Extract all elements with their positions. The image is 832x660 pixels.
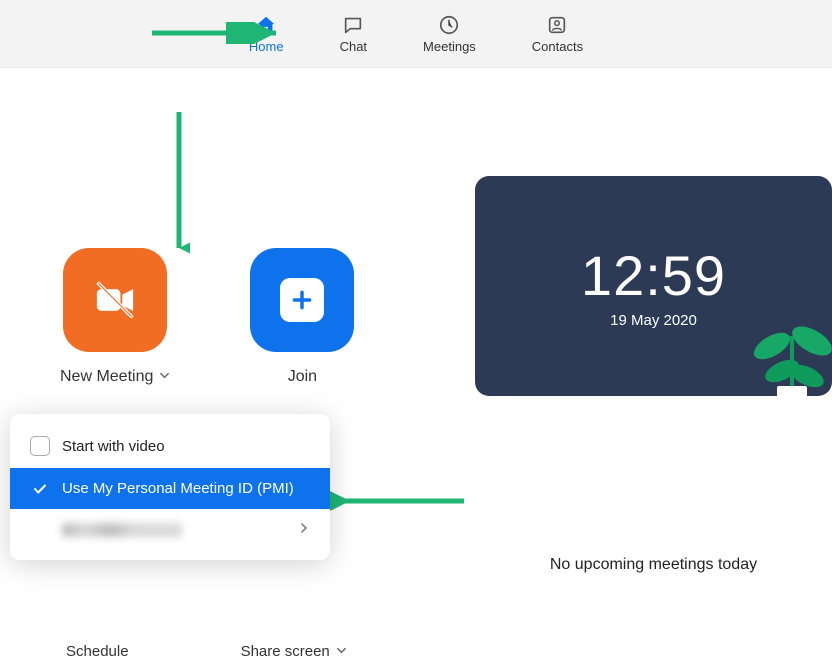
pmi-value-row[interactable] <box>10 509 330 550</box>
new-meeting-dropdown: Start with video Use My Personal Meeting… <box>10 414 330 560</box>
clock-card: 12:59 19 May 2020 <box>475 176 832 396</box>
top-nav: Home Chat Meetings Contacts <box>0 0 832 68</box>
schedule-label: Schedule <box>66 643 129 660</box>
clock-date: 19 May 2020 <box>610 312 697 329</box>
option-label: Use My Personal Meeting ID (PMI) <box>62 480 294 497</box>
clock-time: 12:59 <box>581 243 726 308</box>
share-screen-button[interactable]: Share screen <box>241 643 347 660</box>
use-pmi-option[interactable]: Use My Personal Meeting ID (PMI) <box>10 468 330 509</box>
home-icon <box>254 13 278 37</box>
chevron-down-icon[interactable] <box>336 643 347 660</box>
join-label: Join <box>288 368 317 386</box>
annotation-arrow-dropdown <box>168 110 190 260</box>
plus-icon <box>250 248 354 352</box>
upcoming-empty-text: No upcoming meetings today <box>475 556 832 574</box>
new-meeting-button[interactable]: New Meeting <box>60 248 170 386</box>
tab-label: Meetings <box>423 39 476 54</box>
tab-contacts[interactable]: Contacts <box>532 13 583 54</box>
tab-meetings[interactable]: Meetings <box>423 13 476 54</box>
option-label: Start with video <box>62 438 165 455</box>
chevron-right-icon <box>298 521 310 538</box>
pmi-value-redacted <box>62 523 182 537</box>
clock-icon <box>437 13 461 37</box>
start-with-video-option[interactable]: Start with video <box>10 424 330 468</box>
join-button[interactable]: Join <box>250 248 354 386</box>
video-off-icon <box>63 248 167 352</box>
schedule-button[interactable]: Schedule <box>66 643 129 660</box>
share-screen-label: Share screen <box>241 643 330 660</box>
chat-icon <box>341 13 365 37</box>
tab-home[interactable]: Home <box>249 13 284 54</box>
chevron-down-icon[interactable] <box>159 368 170 386</box>
tab-chat[interactable]: Chat <box>340 13 367 54</box>
tab-label: Home <box>249 39 284 54</box>
tab-label: Chat <box>340 39 367 54</box>
tab-label: Contacts <box>532 39 583 54</box>
checkbox-unchecked-icon[interactable] <box>30 436 50 456</box>
plant-illustration <box>732 286 832 396</box>
contacts-icon <box>545 13 569 37</box>
check-icon <box>30 481 50 497</box>
new-meeting-label: New Meeting <box>60 368 153 386</box>
